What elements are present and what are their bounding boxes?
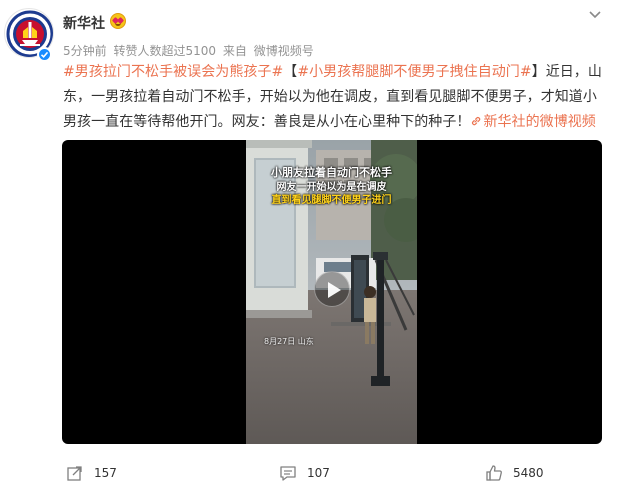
- action-bar: 157 107 5480: [0, 460, 623, 490]
- video-frame: 小朋友拉着自动门不松手 网友一开始以为是在调皮 直到看见腿脚不便男子进门 8月2…: [246, 140, 417, 444]
- source-prefix: 来自: [222, 44, 247, 58]
- verified-check-icon: [37, 47, 52, 62]
- hashtag-link[interactable]: #小男孩帮腿脚不便男子拽住自动门#: [297, 64, 531, 80]
- play-icon[interactable]: [314, 271, 350, 307]
- author-name[interactable]: 新华社: [63, 13, 105, 33]
- post-source[interactable]: 微博视频号: [254, 44, 314, 58]
- video-player[interactable]: 小朋友拉着自动门不松手 网友一开始以为是在调皮 直到看见腿脚不便男子进门 8月2…: [62, 140, 602, 444]
- bracket-text: 【: [283, 64, 298, 80]
- blush-emoji-icon: [110, 13, 126, 29]
- video-caption-highlight: 直到看见腿脚不便男子进门: [271, 195, 392, 206]
- comment-button[interactable]: 107: [279, 460, 330, 486]
- post-meta: 5分钟前 转赞人数超过5100 来自 微博视频号: [63, 42, 317, 59]
- post-time[interactable]: 5分钟前: [63, 44, 107, 58]
- post-text: #男孩拉门不松手被误会为熊孩子#【#小男孩帮腿脚不便男子拽住自动门#】近日，山东…: [63, 60, 603, 135]
- share-button[interactable]: 157: [66, 460, 117, 486]
- chevron-down-icon[interactable]: [586, 7, 604, 21]
- comment-count: 107: [307, 466, 330, 480]
- like-count: 5480: [513, 466, 544, 480]
- hashtag-link[interactable]: #男孩拉门不松手被误会为熊孩子#: [63, 64, 283, 80]
- repost-summary: 转赞人数超过5100: [113, 44, 217, 58]
- comment-icon: [280, 466, 296, 481]
- share-count: 157: [94, 466, 117, 480]
- thumbs-up-icon: [486, 465, 502, 481]
- share-icon: [67, 466, 82, 481]
- video-location-stamp: 8月27日 山东: [264, 337, 314, 346]
- like-button[interactable]: 5480: [485, 460, 544, 486]
- video-link[interactable]: 新华社的微博视频: [470, 114, 596, 130]
- link-icon: [472, 116, 481, 126]
- video-link-label: 新华社的微博视频: [483, 114, 596, 130]
